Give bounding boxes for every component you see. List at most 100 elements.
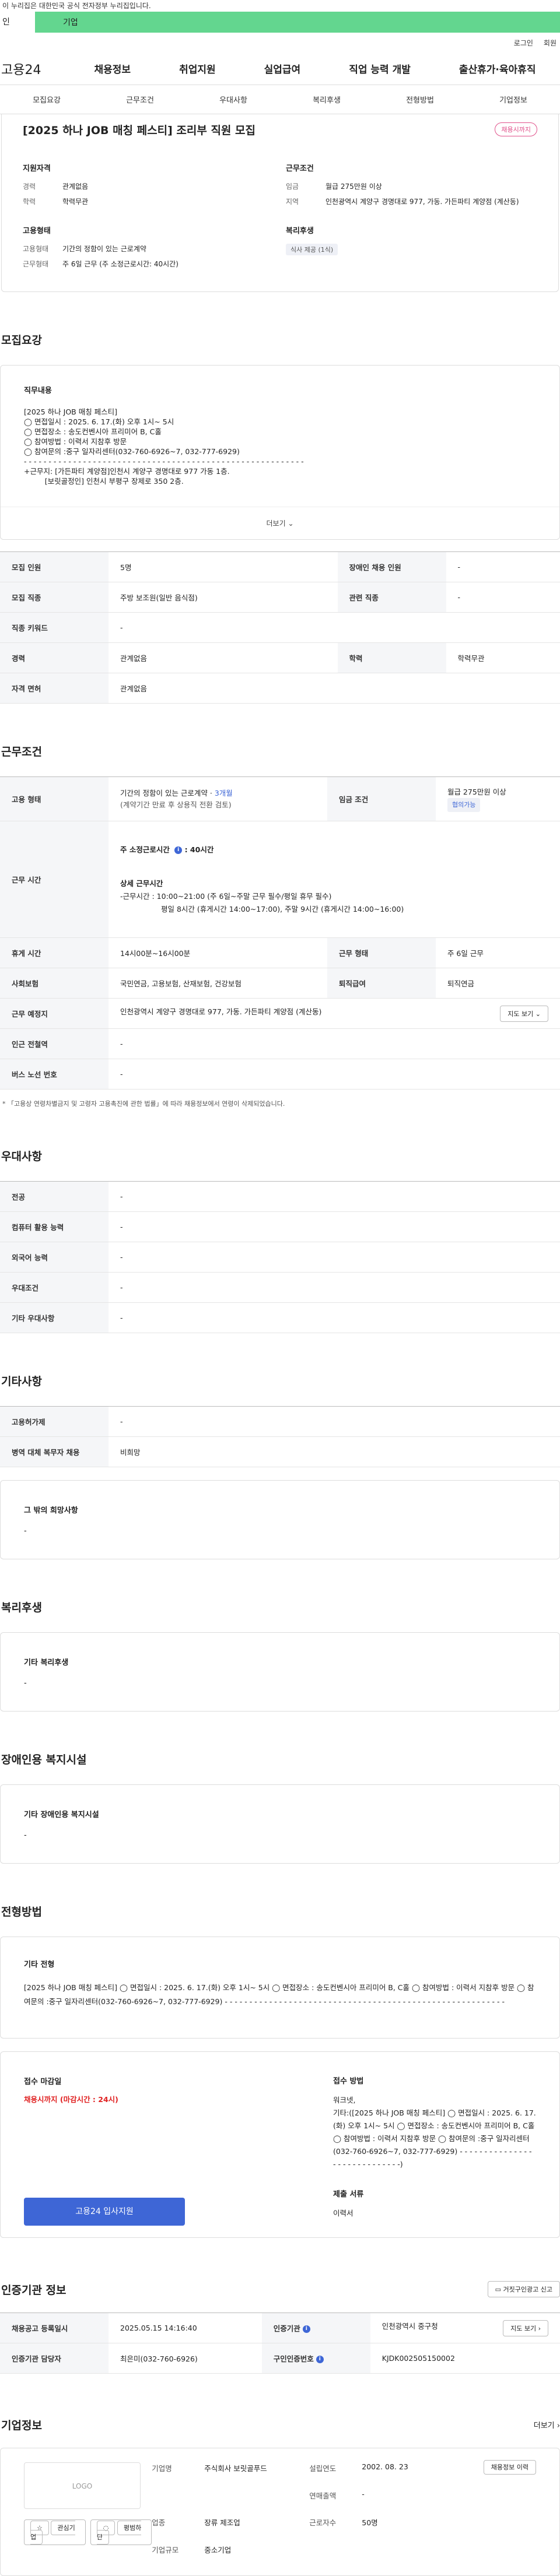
row-value: 비희망	[108, 1437, 560, 1467]
nav-benefit[interactable]: 실업급여	[264, 61, 301, 76]
docs-value: 이력서	[333, 2207, 536, 2220]
row-value: 5명	[108, 552, 338, 582]
more-label: 더보기	[534, 2422, 555, 2430]
loc-key: 지역	[286, 196, 326, 207]
report-button[interactable]: ▭ 거짓구인광고 신고	[488, 2281, 560, 2297]
row-value: -	[108, 613, 560, 643]
company-key: 기업규모	[152, 2544, 204, 2562]
table-row: 고용허가제-	[0, 1407, 560, 1437]
agency-map-button[interactable]: 지도 보기 ›	[503, 2320, 548, 2336]
site-logo[interactable]: 고용24	[0, 59, 70, 78]
row-key: 버스 노선 번호	[0, 1059, 108, 1090]
join-link[interactable]: 회원	[544, 38, 556, 48]
row-key: 채용공고 등록일시	[0, 2313, 108, 2343]
history-button[interactable]: 채용정보 이력	[484, 2460, 536, 2475]
sub-tab-a[interactable]: 인	[0, 12, 35, 33]
table-row: 고용 형태 기간의 정함이 있는 근로계약 · 3개월(계약기간 만료 후 상용…	[0, 777, 560, 821]
apply-button[interactable]: 고용24 입사지원	[24, 2198, 185, 2226]
etc-table: 고용허가제- 병역 대체 복무자 채용비희망	[0, 1406, 560, 1467]
wage-value: 월급 275만원 이상	[326, 181, 382, 192]
row-key: 고용허가제	[0, 1407, 108, 1437]
emp-period: 3개월	[215, 789, 233, 797]
table-row: 전공-	[0, 1182, 560, 1212]
table-row: 자격 면허관계없음	[0, 673, 560, 704]
emp-key: 고용형태	[23, 244, 62, 254]
recruit-section-title: 모집요강	[0, 332, 560, 347]
login-link[interactable]: 로그인	[514, 38, 533, 48]
select-text: [2025 하나 JOB 매칭 페스티] ◯ 면접일시 : 2025. 6. 1…	[24, 1981, 536, 2009]
table-row: 근무 예정지인천광역시 계양구 경명대로 977, 가동. 가든파티 계양점 (…	[0, 999, 560, 1029]
method-line: 워크넷,	[333, 2094, 536, 2107]
hours-week-value: : 40시간	[185, 845, 214, 854]
row-value: -	[108, 1059, 560, 1090]
tab-welfare[interactable]: 복리후생	[313, 94, 341, 105]
row-key: 직종 키워드	[0, 613, 108, 643]
welfare-box: 기타 복리후생 -	[0, 1632, 560, 1712]
etc-section-title: 기타사항	[0, 1373, 560, 1389]
map-button[interactable]: 지도 보기 ⌄	[500, 1006, 548, 1022]
row-key: 근무 시간	[0, 821, 108, 938]
company-value: 주식회사 보릿골푸드	[204, 2462, 309, 2480]
table-row: 기타 우대사항-	[0, 1303, 560, 1333]
row-value: 관계없음	[108, 643, 338, 673]
fav-button[interactable]: ☆ 관심기업	[24, 2519, 86, 2545]
age-note: * 「고용상 연령차별금지 및 고령자 고용촉진에 관한 법률」에 따라 채용정…	[0, 1099, 560, 1108]
nav-leave[interactable]: 출산휴가·육아휴직	[459, 61, 536, 76]
row-value: 학력무관	[446, 643, 560, 673]
sub-tab-b[interactable]: 기업	[35, 16, 78, 28]
disab-section-title: 장애인용 복지시설	[0, 1751, 560, 1767]
welfare-heading: 복리후생	[286, 224, 537, 236]
nav-support[interactable]: 취업지원	[179, 61, 216, 76]
edu-value: 학력무관	[62, 196, 88, 207]
row-value: -	[108, 1182, 560, 1212]
row-key: 임금 조건	[327, 777, 436, 821]
nav-training[interactable]: 직업 능력 개발	[349, 61, 411, 76]
tab-pref[interactable]: 우대사항	[219, 94, 247, 105]
more-button[interactable]: 더보기 ⌄	[1, 507, 559, 539]
company-value: -	[362, 2490, 467, 2508]
row-value: -	[446, 582, 560, 613]
row-key: 외국어 능력	[0, 1242, 108, 1273]
map-label: 지도 보기	[510, 2325, 536, 2332]
method-heading: 접수 방법	[333, 2075, 536, 2088]
company-key: 연매출액	[309, 2490, 362, 2508]
place-value: 인천광역시 계양구 경명대로 977, 가동. 가든파티 계양점 (계산동)	[120, 1007, 321, 1016]
chevron-down-icon: ⌄	[536, 1010, 541, 1018]
row-value: -	[446, 552, 560, 582]
detail-text: [2025 하나 JOB 매칭 페스티] ◯ 면접일시 : 2025. 6. 1…	[24, 407, 536, 486]
loc-value: 인천광역시 계양구 경명대로 977, 가동. 가든파티 계양점 (계산동)	[326, 196, 519, 207]
info-icon[interactable]: i	[174, 846, 182, 854]
nav-jobs[interactable]: 채용정보	[94, 61, 131, 76]
table-row: 버스 노선 번호-	[0, 1059, 560, 1090]
table-row: 모집 인원5명장애인 채용 인원-	[0, 552, 560, 582]
tab-workcond[interactable]: 근무조건	[126, 94, 154, 105]
deadline-badge: 채용시까지	[495, 122, 537, 136]
table-row: 직종 키워드-	[0, 613, 560, 643]
method-line: 기타:([2025 하나 JOB 매칭 페스티] ◯ 면접일시 : 2025. …	[333, 2107, 536, 2171]
table-row: 경력관계없음학력학력무관	[0, 643, 560, 673]
info-icon[interactable]: i	[303, 2325, 310, 2333]
company-box: LOGO ☆ 관심기업 ◌ 평범하단 기업명주식회사 보릿골푸드 설립연도200…	[0, 2448, 560, 2576]
disab-value: -	[24, 1831, 536, 1840]
row-key: 우대조건	[0, 1273, 108, 1303]
company-more-link[interactable]: 더보기 ›	[534, 2419, 560, 2430]
info-icon[interactable]: i	[316, 2356, 324, 2363]
rate-button[interactable]: ◌ 평범하단	[90, 2519, 152, 2545]
wage-pill: 협의가능	[447, 798, 480, 812]
tab-select[interactable]: 전형방법	[406, 94, 434, 105]
row-key: 퇴직급여	[327, 968, 436, 999]
wage-key: 임금	[286, 181, 326, 192]
pref-table: 전공- 컴퓨터 활용 능력- 외국어 능력- 우대조건- 기타 우대사항-	[0, 1181, 560, 1333]
tab-company[interactable]: 기업정보	[499, 94, 527, 105]
row-key: 고용 형태	[0, 777, 108, 821]
tab-recruit[interactable]: 모집요강	[33, 94, 61, 105]
more-label: 더보기	[266, 519, 285, 528]
row-key: 자격 면허	[0, 673, 108, 704]
emp-value: 기간의 정함이 있는 근로계약 ·	[120, 789, 215, 797]
report-label: 거짓구인광고 신고	[503, 2286, 552, 2293]
row-value: -	[108, 1273, 560, 1303]
edu-key: 학력	[23, 196, 62, 207]
company-value: 장류 제조업	[204, 2517, 309, 2535]
table-row: 외국어 능력-	[0, 1242, 560, 1273]
row-key: 인증기관	[274, 2324, 300, 2333]
